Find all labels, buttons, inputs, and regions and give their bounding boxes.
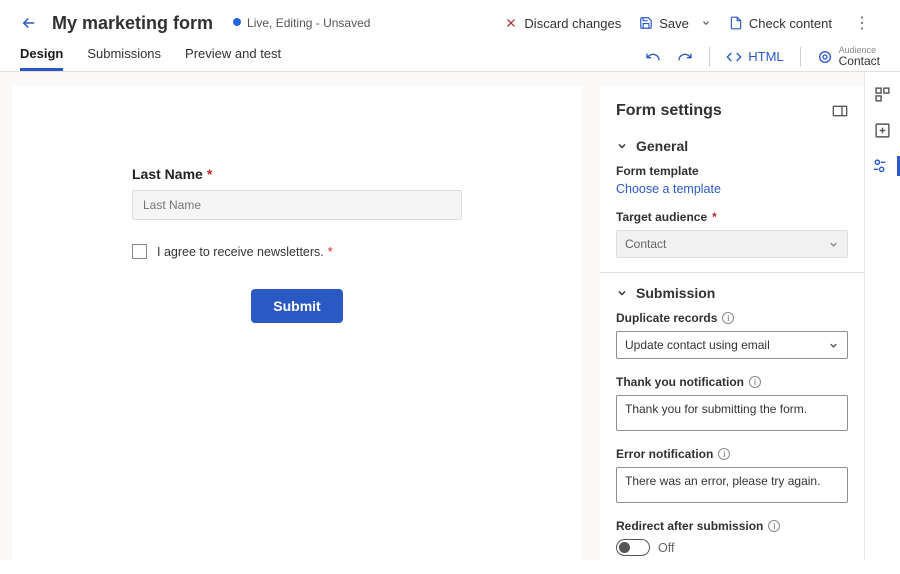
lastname-input[interactable] — [132, 190, 462, 220]
chevron-down-icon — [828, 340, 839, 351]
form-canvas[interactable]: Last Name* I agree to receive newsletter… — [12, 86, 582, 560]
tab-design[interactable]: Design — [20, 38, 63, 71]
error-textarea[interactable]: There was an error, please try again. — [616, 467, 848, 503]
form-template-label: Form template — [616, 164, 848, 178]
section-general[interactable]: General — [616, 138, 848, 154]
page-title: My marketing form — [52, 13, 213, 34]
info-icon[interactable]: i — [768, 520, 780, 532]
target-audience-select[interactable]: Contact — [616, 230, 848, 258]
save-icon — [639, 16, 653, 30]
chevron-down-icon — [616, 287, 628, 299]
check-content-label: Check content — [749, 16, 832, 31]
audience-value: Contact — [839, 55, 880, 67]
newsletter-checkbox[interactable] — [132, 244, 147, 259]
divider — [709, 47, 710, 67]
duplicate-records-label: Duplicate records i — [616, 311, 848, 325]
html-label: HTML — [748, 49, 783, 64]
chevron-down-icon — [616, 140, 628, 152]
undo-icon[interactable] — [645, 49, 661, 65]
required-asterisk: * — [328, 245, 333, 259]
save-split-chevron-icon[interactable] — [701, 18, 711, 28]
required-asterisk: * — [207, 166, 212, 182]
redirect-state: Off — [658, 541, 674, 555]
duplicate-records-select[interactable]: Update contact using email — [616, 331, 848, 359]
choose-template-link[interactable]: Choose a template — [616, 182, 721, 196]
html-view-button[interactable]: HTML — [726, 49, 783, 65]
form-settings-panel: Form settings General Form template Choo… — [600, 86, 864, 574]
lastname-label: Last Name* — [132, 166, 212, 182]
info-icon[interactable]: i — [718, 448, 730, 460]
thankyou-label: Thank you notification i — [616, 375, 848, 389]
redirect-toggle[interactable] — [616, 539, 650, 556]
error-label: Error notification i — [616, 447, 848, 461]
document-icon — [729, 16, 743, 30]
info-icon[interactable]: i — [722, 312, 734, 324]
rail-add-icon[interactable] — [873, 120, 893, 140]
status-dot-icon — [233, 18, 241, 26]
redo-icon[interactable] — [677, 49, 693, 65]
check-content-button[interactable]: Check content — [729, 16, 832, 31]
back-arrow-icon[interactable] — [20, 14, 38, 32]
newsletter-label: I agree to receive newsletters.* — [157, 245, 333, 259]
discard-button[interactable]: Discard changes — [504, 16, 621, 31]
section-submission[interactable]: Submission — [616, 285, 848, 301]
save-button[interactable]: Save — [639, 16, 689, 31]
more-menu-button[interactable]: ⋮ — [850, 13, 874, 33]
redirect-label: Redirect after submission i — [616, 519, 848, 533]
target-audience-label: Target audience* — [616, 210, 848, 224]
divider — [800, 47, 801, 67]
discard-label: Discard changes — [524, 16, 621, 31]
close-icon — [504, 16, 518, 30]
save-label: Save — [659, 16, 689, 31]
info-icon[interactable]: i — [749, 376, 761, 388]
status-text: Live, Editing - Unsaved — [247, 16, 370, 30]
panel-collapse-icon[interactable] — [832, 104, 848, 118]
tab-preview[interactable]: Preview and test — [185, 38, 281, 71]
tab-submissions[interactable]: Submissions — [87, 38, 161, 71]
chevron-down-icon — [828, 239, 839, 250]
settings-title: Form settings — [616, 102, 722, 120]
rail-elements-icon[interactable] — [873, 84, 893, 104]
thankyou-textarea[interactable]: Thank you for submitting the form. — [616, 395, 848, 431]
submit-button[interactable]: Submit — [251, 289, 342, 323]
rail-settings-icon[interactable] — [865, 156, 900, 176]
audience-selector[interactable]: Audience Contact — [817, 46, 880, 67]
